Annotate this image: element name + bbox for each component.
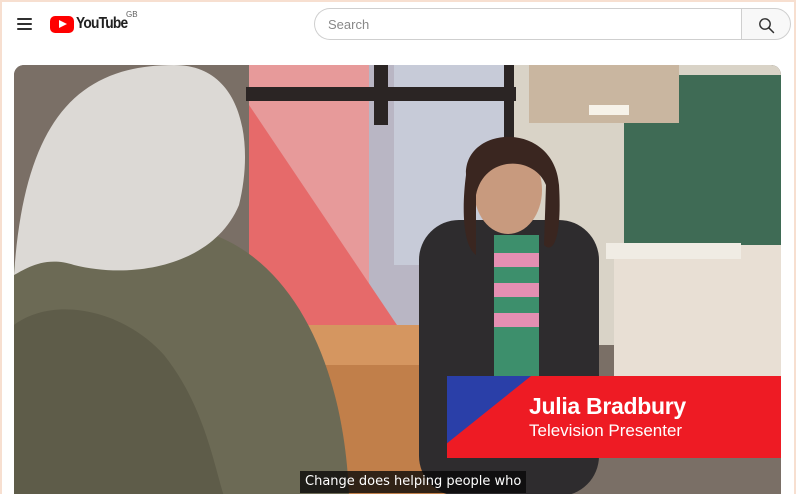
youtube-play-icon [50,15,74,33]
search-button[interactable] [741,8,791,40]
presenter-name: Julia Bradbury [529,393,686,419]
search-icon [759,18,775,34]
search-placeholder: Search [328,16,370,32]
logo-text: YouTube [76,15,128,32]
search-input[interactable]: Search [314,8,742,40]
menu-icon[interactable] [14,13,36,35]
masthead: YouTube GB Search [2,2,794,48]
presenter-title: Television Presenter [529,421,683,440]
lower-third-graphic: Julia Bradbury Television Presenter [447,376,781,458]
video-player[interactable]: Julia Bradbury Television Presenter Chan… [14,65,781,494]
region-code: GB [126,10,138,19]
video-caption: Change does helping people who [300,471,527,493]
youtube-logo[interactable]: YouTube GB [50,10,138,35]
